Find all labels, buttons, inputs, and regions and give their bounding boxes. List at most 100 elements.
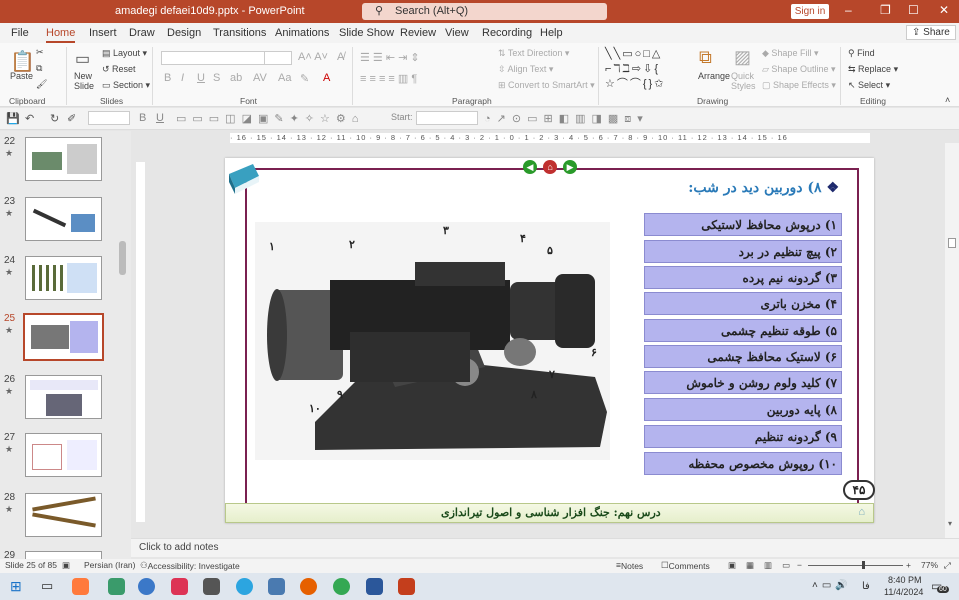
shape-effects-button[interactable]: ▢ Shape Effects ▾ [762,80,836,91]
prev-arrow-icon[interactable]: ◀ [523,160,537,174]
thumbnail-scrollbar[interactable] [119,241,126,275]
notes-pane[interactable]: Click to add notes [131,538,959,557]
highlight-icon[interactable]: ✎ [300,72,309,85]
accessibility-status[interactable]: ⚇ Accessibility: Investigate [140,560,240,571]
draw-icon[interactable]: ✐ [67,112,76,125]
case-icon[interactable]: Aa [278,72,291,84]
convert-smartart-button[interactable]: ⊞ Convert to SmartArt ▾ [498,80,595,91]
calculator-icon[interactable] [203,578,220,595]
menu-view[interactable]: View [445,27,469,39]
slide-thumbnail-23[interactable] [25,197,102,241]
menu-slide-show[interactable]: Slide Show [339,27,394,39]
arrange-button[interactable]: Arrange [698,71,730,81]
format-painter-icon[interactable]: 🖌 [36,79,47,90]
clear-format-icon[interactable]: A̸ [337,51,344,63]
zoom-level[interactable]: 77% [921,560,938,570]
maximize-icon[interactable]: ☐ [908,3,919,17]
arrange-icon[interactable]: ⧉ [699,47,712,68]
word-icon[interactable] [366,578,383,595]
shape-fill-button[interactable]: ◆ Shape Fill ▾ [762,48,818,59]
bold-icon[interactable]: B [164,72,171,84]
text-direction-button[interactable]: ⇅ Text Direction ▾ [498,48,569,59]
shapes-gallery[interactable]: ╲╲▭○□△ ⌐ℸℶ⇨⇩{☆⌒⌒{}✩ [605,47,693,93]
undo-icon[interactable]: ↶ [25,112,34,125]
font-size-select[interactable] [264,51,292,65]
share-button[interactable]: ⇪ Share [906,25,956,40]
menu-recording[interactable]: Recording [482,27,532,39]
firefox-icon[interactable] [300,578,317,595]
copy-icon[interactable]: ⧉ [36,63,42,74]
shadow-icon[interactable]: S [213,72,220,84]
task-view-icon[interactable]: ▭ [41,578,53,594]
start-select[interactable] [416,111,478,125]
qat-font-size[interactable] [88,111,130,125]
qat-underline-icon[interactable]: U [156,112,164,124]
align-icon[interactable]: ≡ ≡ ≡ ≡ ▥ ¶ [360,72,417,85]
vertical-scrollbar[interactable]: ▾ [945,143,959,538]
app-icon-2[interactable] [108,578,125,595]
zoom-in-icon[interactable]: + [906,560,911,570]
comments-button[interactable]: ☐ Comments [661,560,710,571]
slide-thumbnail-24[interactable] [25,256,102,300]
slide-canvas[interactable]: ◀ ⌂ ▶ ❖ ۸) دوربین دید در شب: ۱ ۲ ۳ ۴ ۵ ۶… [225,158,875,523]
telegram-icon[interactable] [236,578,253,595]
slide-thumbnail-28[interactable] [25,493,102,537]
app-icon-3[interactable] [138,578,155,595]
collapse-ribbon-icon[interactable]: ˄ [945,95,950,105]
cut-icon[interactable]: ✂ [36,47,44,58]
spell-check-icon[interactable]: ▣ [62,560,70,571]
fit-slide-icon[interactable]: ⤢ [944,560,951,571]
scroll-thumb[interactable] [948,238,956,248]
close-icon[interactable]: ✕ [939,3,949,17]
windows-start-icon[interactable]: ⊞ [10,578,22,595]
shape-outline-button[interactable]: ▱ Shape Outline ▾ [762,64,836,75]
save-icon[interactable]: 💾 [6,112,20,125]
replace-button[interactable]: ⇆ Replace ▾ [848,64,898,75]
footer-home-icon[interactable]: ⌂ [858,506,865,518]
menu-animations[interactable]: Animations [275,27,329,39]
strikethrough-icon[interactable]: ab [230,72,242,84]
bullets-icon[interactable]: ☰ ☰ ⇤ ⇥ ⇕ [360,51,420,64]
chrome-icon[interactable] [333,578,350,595]
find-button[interactable]: ⚲ Find [848,48,875,59]
nav-buttons[interactable]: ◀ ⌂ ▶ [523,160,578,174]
next-arrow-icon[interactable]: ▶ [563,160,578,174]
minimize-icon[interactable]: – [845,3,852,17]
app-icon-4[interactable] [171,578,188,595]
section-button[interactable]: ▭ Section ▾ [102,80,150,91]
powerpoint-icon[interactable] [398,578,415,595]
clock-date[interactable]: 11/4/2024 [884,587,923,597]
qat-bold-icon[interactable]: B [139,112,146,124]
grow-font-icon[interactable]: A˄ A˅ [298,51,328,63]
zoom-out-icon[interactable]: − [797,560,802,570]
new-slide-button[interactable]: New Slide [74,71,100,91]
menu-review[interactable]: Review [400,27,436,39]
qat-more-icons[interactable]: ◔↗⊙▭⊞◧▥◨▩⧈▾ [484,112,649,126]
input-language[interactable]: فا [862,581,870,592]
view-buttons[interactable]: ▣▦▥▭ [728,560,800,571]
underline-icon[interactable]: U [197,72,205,84]
language-indicator[interactable]: Persian (Iran) [84,560,136,570]
paste-button[interactable]: Paste [10,71,33,81]
slide-thumbnail-26[interactable] [25,375,102,419]
quick-styles-button[interactable]: Quick Styles [731,71,759,91]
menu-help[interactable]: Help [540,27,563,39]
menu-insert[interactable]: Insert [89,27,117,39]
slide-thumbnail-22[interactable] [25,137,102,181]
menu-home[interactable]: Home [46,27,76,43]
clock-time[interactable]: 8:40 PM [888,575,922,585]
slide-thumbnail-25[interactable] [23,313,104,361]
app-icon-1[interactable] [72,578,89,595]
home-icon[interactable]: ⌂ [543,160,558,174]
spacing-icon[interactable]: AV [253,72,267,84]
menu-transitions[interactable]: Transitions [213,27,266,39]
zoom-slider[interactable] [808,565,903,566]
redo-icon[interactable]: ↻ [50,112,59,125]
quick-styles-icon[interactable]: ▨ [734,47,751,68]
qat-tools-icons[interactable]: ▭▭▭◫◪▣✎✦✧☆⚙⌂ [176,112,364,125]
align-text-button[interactable]: ⇳ Align Text ▾ [498,64,553,75]
italic-icon[interactable]: I [181,72,184,84]
notes-placeholder[interactable]: Click to add notes [139,542,219,553]
scroll-down-icon[interactable]: ▾ [948,519,952,528]
notes-button[interactable]: ≡ Notes [616,560,643,571]
